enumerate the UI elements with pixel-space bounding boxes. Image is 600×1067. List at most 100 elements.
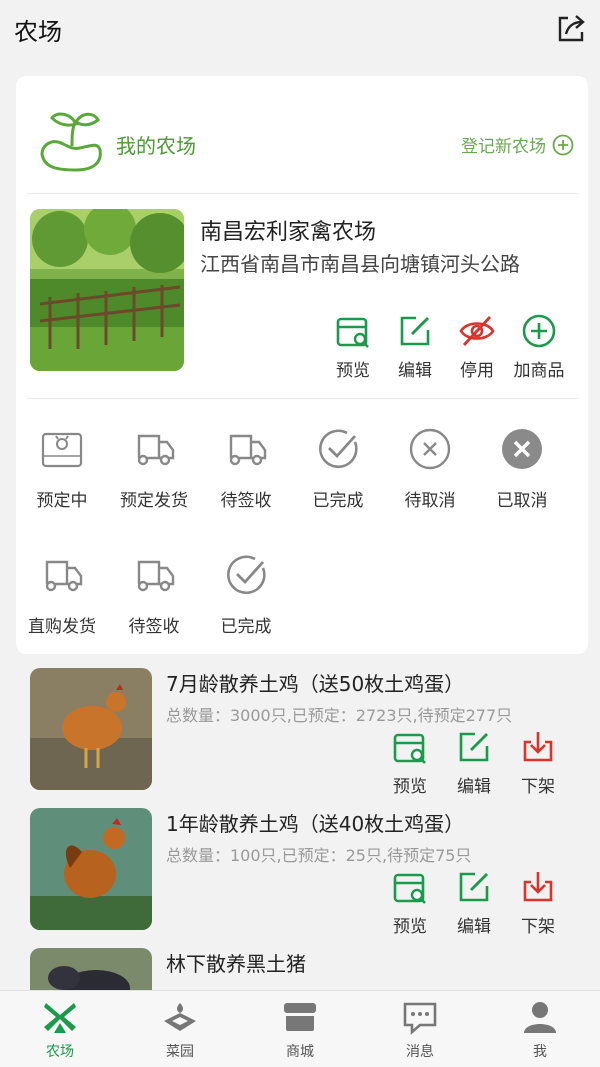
page-title: 农场 [14,18,62,46]
product-item[interactable]: 林下散养黑土猪 [16,948,588,990]
product-preview-button[interactable]: 预览 [378,868,442,937]
tab-label: 商城 [286,1044,314,1060]
status-label: 直购发货 [28,617,96,637]
bottom-tab-bar: 农场 菜园 商城 消息 我 [0,990,600,1067]
product-preview-button[interactable]: 预览 [378,728,442,797]
tab-label: 菜园 [166,1044,194,1060]
tab-garden[interactable]: 菜园 [120,991,240,1067]
status-reserving[interactable]: 预定中 [16,426,108,511]
preview-icon [393,733,426,764]
top-bar: 农场 [0,0,600,58]
status-direct-ship[interactable]: 直购发货 [16,552,108,637]
farm-disable-button[interactable]: 停用 [446,312,508,381]
product-actions: 预览 编辑 下架 [378,728,570,797]
download-icon [523,872,553,902]
plus-circle-icon [552,134,574,155]
message-icon [403,1002,437,1035]
divider [26,398,578,399]
product-delist-button[interactable]: 下架 [506,868,570,937]
product-edit-button[interactable]: 编辑 [442,868,506,937]
x-circle-filled-icon [502,429,542,469]
product-photo [30,948,152,990]
preview-icon [336,317,369,348]
product-item[interactable]: 1年龄散养土鸡（送40枚土鸡蛋） 总数量：100只,已预定：25只,待预定75只… [16,808,588,948]
preview-icon [393,873,426,904]
add-circle-icon [522,314,556,348]
tab-me[interactable]: 我 [480,991,600,1067]
farm-photo [30,209,184,371]
status-to-sign[interactable]: 待签收 [200,426,292,511]
product-name: 7月龄散养土鸡（送50枚土鸡蛋） [166,672,465,696]
product-photo [30,808,152,930]
status-label: 已完成 [312,491,364,511]
reserve-status-row: 预定中 预定发货 待签收 已完成 待取消 已取消 [16,426,588,511]
product-action-label: 下架 [521,777,555,797]
tab-label: 我 [533,1044,547,1060]
add-product-button[interactable]: 加商品 [508,312,570,381]
farm-card: 我的农场 登记新农场 南昌宏利家禽农场 江西省南昌市南昌县向塘镇河头公路 预览 … [16,76,588,654]
windmill-icon [44,1003,76,1033]
product-edit-button[interactable]: 编辑 [442,728,506,797]
tab-messages[interactable]: 消息 [360,991,480,1067]
truck-icon [137,560,175,592]
product-item[interactable]: 7月龄散养土鸡（送50枚土鸡蛋） 总数量：3000只,已预定：2723只,待预定… [16,668,588,808]
farm-action-label: 预览 [336,361,370,381]
tab-store[interactable]: 商城 [240,991,360,1067]
direct-status-row: 直购发货 待签收 已完成 [16,552,588,637]
farm-preview-button[interactable]: 预览 [322,312,384,381]
user-icon [524,1002,556,1033]
truck-icon [45,560,83,592]
tab-farm[interactable]: 农场 [0,991,120,1067]
product-photo [30,668,152,790]
share-icon[interactable] [554,10,590,46]
farm-edit-button[interactable]: 编辑 [384,312,446,381]
product-stock-info: 总数量：100只,已预定：25只,待预定75只 [166,846,472,865]
farm-action-label: 加商品 [513,361,565,381]
farm-action-label: 停用 [460,361,494,381]
farm-action-label: 编辑 [398,361,432,381]
truck-icon [137,434,175,466]
check-circle-icon [319,429,358,469]
status-pending-cancel[interactable]: 待取消 [384,426,476,511]
product-name: 1年龄散养土鸡（送40枚土鸡蛋） [166,812,465,836]
eye-off-icon [459,316,495,346]
product-action-label: 编辑 [457,917,491,937]
farm-address: 江西省南昌市南昌县向塘镇河头公路 [200,252,520,276]
my-farm-title: 我的农场 [116,134,196,158]
farm-card-header: 我的农场 登记新农场 [16,76,588,194]
check-circle-icon [227,555,266,595]
status-label: 预定发货 [120,491,188,511]
tab-label: 农场 [46,1044,74,1060]
store-icon [284,1003,316,1031]
product-name: 林下散养黑土猪 [166,952,306,976]
product-actions: 预览 编辑 下架 [378,868,570,937]
status-label: 待签收 [128,617,180,637]
tab-label: 消息 [406,1044,434,1060]
edit-icon [459,732,489,762]
truck-icon [229,434,267,466]
status-label: 已完成 [220,617,272,637]
farm-logo-icon [40,112,102,172]
farm-name: 南昌宏利家禽农场 [200,220,377,245]
product-action-label: 编辑 [457,777,491,797]
product-action-label: 预览 [393,917,427,937]
product-delist-button[interactable]: 下架 [506,728,570,797]
register-farm-button[interactable]: 登记新农场 [461,132,574,157]
register-farm-label: 登记新农场 [461,137,546,157]
status-label: 待签收 [220,491,272,511]
edit-icon [400,316,430,346]
status-cancelled[interactable]: 已取消 [476,426,568,511]
home-reserve-icon [41,432,83,468]
download-icon [523,732,553,762]
status-label: 待取消 [404,491,456,511]
product-stock-info: 总数量：3000只,已预定：2723只,待预定277只 [166,706,513,725]
product-action-label: 下架 [521,917,555,937]
status-completed[interactable]: 已完成 [292,426,384,511]
x-circle-outline-icon [409,428,451,470]
status-direct-completed[interactable]: 已完成 [200,552,292,637]
product-action-label: 预览 [393,777,427,797]
status-reserve-ship[interactable]: 预定发货 [108,426,200,511]
status-direct-to-sign[interactable]: 待签收 [108,552,200,637]
status-label: 已取消 [496,491,548,511]
edit-icon [459,872,489,902]
